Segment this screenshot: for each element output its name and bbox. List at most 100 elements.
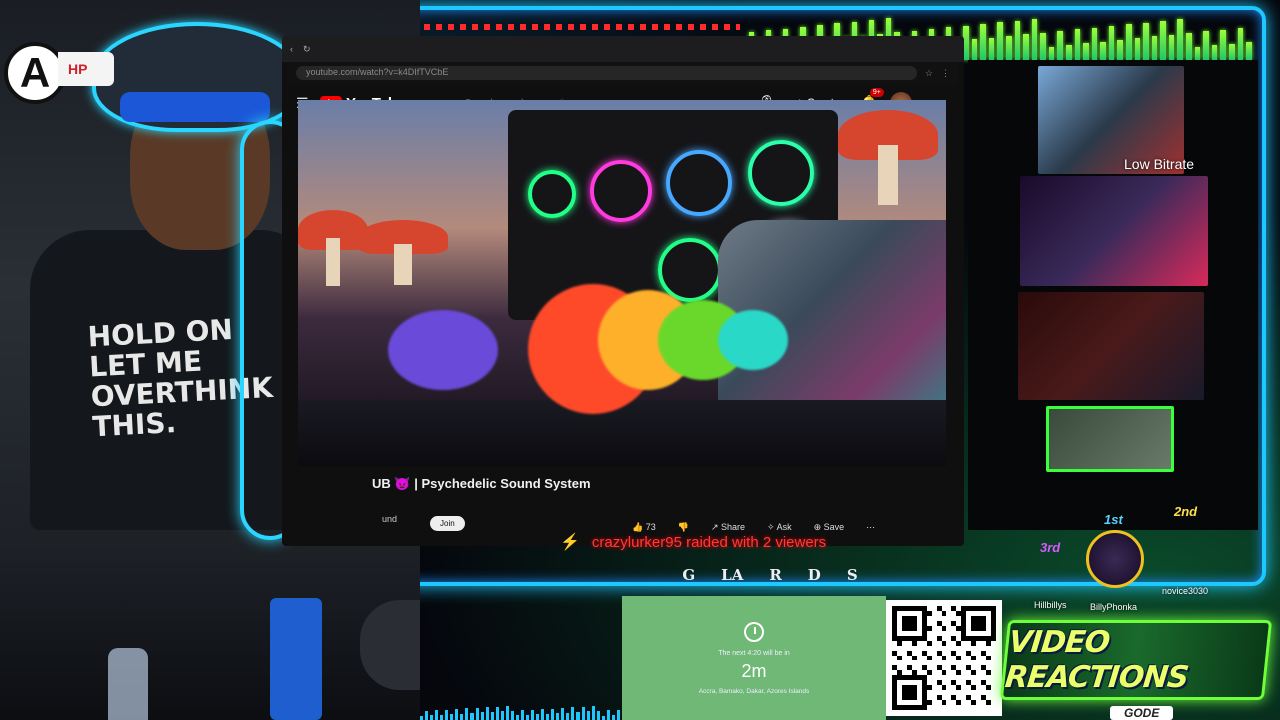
eq-bar — [475, 707, 479, 720]
sponsor-logo: LA — [721, 566, 744, 584]
eq-bar — [1246, 41, 1252, 60]
eq-bar — [1014, 20, 1021, 60]
eq-bar — [520, 710, 524, 720]
drink-can — [270, 598, 322, 720]
eq-bar — [485, 707, 489, 720]
eq-bar — [1074, 29, 1081, 60]
reload-icon[interactable]: ↻ — [303, 44, 311, 55]
leader-third-name: Hillbillys — [1034, 600, 1067, 610]
sponsor-logo: G — [682, 566, 696, 584]
leader-second-name: novice3030 — [1162, 586, 1209, 596]
eq-bar — [435, 710, 439, 720]
eq-bar — [1203, 31, 1209, 60]
eq-bar — [591, 706, 595, 720]
notification-badge: 9+ — [869, 88, 884, 97]
smoke-purple — [388, 310, 498, 390]
eq-bar — [1057, 31, 1063, 60]
title-text: | Psychedelic Sound System — [414, 476, 591, 491]
eq-bar — [1108, 25, 1115, 60]
eq-bar — [531, 709, 535, 720]
channel-logo-hp: HP — [58, 52, 114, 86]
qr-code[interactable] — [886, 600, 1002, 716]
eq-bar — [576, 712, 580, 720]
eq-bar — [1126, 24, 1132, 60]
eq-bar — [1237, 28, 1244, 60]
join-button[interactable]: Join — [430, 516, 465, 531]
eq-bar — [1048, 46, 1055, 60]
eq-bar — [495, 706, 499, 720]
alarm-clock-icon — [744, 622, 764, 642]
speaker-ring — [748, 140, 814, 206]
road — [298, 400, 946, 466]
eq-bar — [1160, 20, 1166, 60]
eq-bar — [1228, 43, 1235, 60]
video-reactions-banner: VIDEO REACTIONS — [999, 620, 1273, 700]
eq-bar — [1040, 32, 1046, 60]
address-bar: youtube.com/watch?v=k4DIfTVCbE ☆ ⋮ — [288, 62, 958, 84]
bottom-equalizer — [420, 706, 620, 720]
eq-bar — [1151, 36, 1158, 60]
eq-bar — [571, 707, 575, 720]
mushroom-art — [358, 220, 448, 285]
eq-bar — [425, 710, 429, 720]
channel-logo-a: A — [4, 42, 66, 104]
eq-bar — [556, 713, 560, 720]
eq-bar — [616, 709, 620, 720]
eq-bar — [1100, 41, 1106, 60]
eq-bar — [601, 715, 605, 720]
channel-name[interactable]: und — [382, 514, 397, 524]
eq-bar — [566, 712, 570, 720]
title-prefix: UB — [372, 476, 391, 491]
timer-locations: Accra, Bamako, Dakar, Azores Islands — [698, 688, 810, 695]
qr-module — [991, 705, 996, 710]
eq-bar — [455, 708, 459, 720]
eq-bar — [561, 707, 565, 720]
extensions-icon[interactable]: ⋮ — [941, 68, 950, 79]
lightning-icon: ⚡ — [560, 534, 580, 551]
eq-bar — [1023, 34, 1029, 60]
browser-tabbar: ‹ ↻ — [282, 36, 964, 62]
eq-bar — [1031, 18, 1038, 60]
eq-bar — [1134, 38, 1141, 60]
devil-icon: 👿 — [394, 476, 411, 491]
eq-bar — [980, 23, 986, 60]
eq-bar — [988, 37, 995, 60]
leader-first-name: BillyPhonka — [1090, 602, 1138, 612]
video-title: UB 👿 | Psychedelic Sound System — [372, 476, 591, 492]
sponsor-logo: S — [846, 566, 858, 584]
eq-bar — [450, 714, 454, 720]
mushroom-art — [838, 110, 938, 205]
eq-bar — [551, 708, 555, 720]
eq-bar — [465, 708, 469, 720]
timer-value: 2m — [741, 661, 767, 681]
eq-bar — [480, 712, 484, 720]
eq-bar — [430, 715, 434, 720]
url-field[interactable]: youtube.com/watch?v=k4DIfTVCbE — [296, 66, 917, 80]
bookmark-icon[interactable]: ☆ — [925, 68, 933, 79]
video-player[interactable] — [298, 100, 946, 466]
sponsor-row: G LA R D S — [620, 562, 920, 588]
eq-bar — [971, 39, 978, 60]
eq-bar — [1143, 22, 1149, 60]
sponsor-logo: D — [807, 566, 821, 584]
qr-grid — [892, 606, 996, 710]
eq-bar — [541, 709, 545, 720]
smoke-teal — [718, 310, 788, 370]
eq-bar — [505, 706, 509, 720]
eq-bar — [596, 710, 600, 720]
eq-bar — [1168, 34, 1175, 60]
eq-bar — [581, 706, 585, 720]
timer-label: The next 4:20 will be in — [718, 650, 790, 657]
rank-first: 1st — [1104, 512, 1123, 527]
eq-bar — [1091, 27, 1098, 60]
thumbnail-stream-1 — [1020, 176, 1208, 286]
eq-bar — [1005, 36, 1012, 60]
four-twenty-timer: The next 4:20 will be in 2m Accra, Bamak… — [622, 596, 886, 720]
desk — [0, 560, 420, 720]
eq-bar — [606, 710, 610, 720]
back-icon[interactable]: ‹ — [290, 44, 293, 54]
speaker-ring — [590, 160, 652, 222]
raid-ticker: ⚡ crazylurker95 raided with 2 viewers — [560, 530, 1260, 554]
stream-collage-panel: Low Bitrate — [968, 60, 1258, 530]
shirt-text: HOLD ON LET ME OVERTHINK THIS. — [86, 312, 274, 444]
